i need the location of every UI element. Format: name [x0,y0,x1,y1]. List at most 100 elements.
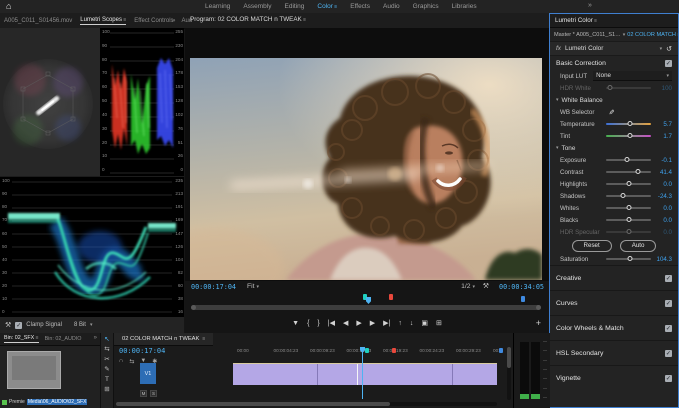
slider-track[interactable] [606,159,651,161]
slider-handle[interactable] [627,256,632,261]
tone-header[interactable]: ▾ Tone [550,142,678,154]
slider-handle[interactable] [626,229,631,234]
cyan-marker[interactable] [365,348,369,353]
slider-track[interactable] [606,219,651,221]
bit-depth-select[interactable]: 8 Bit [74,322,86,328]
clamp-signal-checkbox[interactable] [15,322,22,329]
blue-marker[interactable] [499,348,503,353]
slider-value[interactable]: 0.0 [651,205,672,212]
slider-track[interactable] [606,171,651,173]
master-clip-select[interactable]: Master * A005_C011_S1… [554,32,621,38]
section-checkbox[interactable] [665,300,672,307]
step-back-button[interactable]: ◀ [343,319,348,329]
program-playhead[interactable] [366,297,371,304]
input-lut-select[interactable]: None ▾ [593,71,672,81]
workspace-tab[interactable]: Audio [383,3,400,10]
mute-track-button[interactable]: M [140,390,147,397]
slider-handle[interactable] [620,193,625,198]
lumetri-color-tab[interactable]: Lumetri Color [550,14,678,28]
slider-handle[interactable] [607,85,612,90]
slider-value[interactable]: 0.0 [651,229,672,236]
reset-button[interactable]: Reset [572,240,612,252]
slider-value[interactable]: -0.1 [651,157,672,164]
workspace-tab[interactable]: Libraries [452,3,477,10]
slider-track[interactable] [606,87,651,89]
slider-value[interactable]: 104.3 [651,256,672,263]
add-marker-button[interactable]: ▼ [292,319,299,329]
linked-selection-icon[interactable]: ⇆ [129,358,134,365]
slider-track[interactable] [606,258,651,260]
slider-track[interactable] [606,123,651,125]
selected-edit-point[interactable] [357,364,358,385]
export-frame-button[interactable]: ▣ [421,319,428,329]
go-to-in-button[interactable]: |◀ [328,319,335,329]
timeline-playhead[interactable] [362,347,363,399]
lift-button[interactable]: ↑ [398,319,402,329]
slider-track[interactable] [606,183,651,185]
effect-name[interactable]: Lumetri Color [565,45,603,52]
button-editor-plus-button[interactable]: + [536,318,541,328]
step-forward-button[interactable]: ▶ [370,319,375,329]
eyedropper-icon[interactable]: ✎ [607,109,615,115]
bin-tab[interactable]: Bin: 02_SFX [4,335,39,343]
workspace-tab[interactable]: Editing [285,3,305,10]
slider-value[interactable]: 0.0 [651,181,672,188]
slider-value[interactable]: 1.7 [651,133,672,140]
play-button[interactable]: ▶ [356,319,361,329]
workspace-tab[interactable]: Assembly [243,3,271,10]
section-checkbox[interactable] [665,325,672,332]
pen-tool[interactable]: ✎ [104,366,109,374]
slider-handle[interactable] [626,217,631,222]
snap-icon[interactable]: ∩ [119,358,123,365]
lumetri-section-row[interactable]: Color Wheels & Match [550,315,678,340]
panel-tab[interactable]: A005_C011_S01456.mov [4,18,72,24]
home-icon[interactable]: ⌂ [6,1,11,11]
red-marker[interactable] [392,348,396,353]
slider-handle[interactable] [628,133,633,138]
go-to-out-button[interactable]: ▶| [383,319,390,329]
scopes-settings-wrench-icon[interactable]: ⚒ [5,321,11,329]
audio-meters-panel[interactable] [513,333,550,408]
slider-handle[interactable] [626,181,631,186]
clip-thumbnail[interactable] [7,351,61,389]
panel-tab[interactable]: Effect Controls [134,18,173,24]
program-monitor-tab[interactable]: Program: 02 COLOR MATCH n TWEAK [190,16,306,23]
sequence-tab[interactable]: 02 COLOR MATCH n TWEAK [114,333,213,346]
workspace-tab[interactable]: Color [317,3,337,10]
hand-tool[interactable]: ⊞ [104,386,109,394]
red-marker[interactable] [389,294,393,300]
program-settings-wrench-icon[interactable]: ⚒ [483,282,489,290]
timeline-ruler[interactable]: 00:0000:00:04:2300:00:09:2300:00:14:2300… [237,347,507,357]
blue-marker[interactable] [521,296,525,302]
sequence-clip-label[interactable]: 02 COLOR MATCH n T… [627,32,678,38]
slider-track[interactable] [606,207,651,209]
program-current-timecode[interactable]: 00:00:17:04 [191,283,236,291]
selection-tool[interactable]: ↖ [104,336,109,344]
left-tabs-overflow-icon[interactable]: » [172,13,175,28]
workspace-tab[interactable]: Learning [205,3,230,10]
slider-value[interactable]: -24.3 [651,193,672,200]
slider-value[interactable]: 5.7 [651,121,672,128]
solo-track-button[interactable]: S [150,390,157,397]
playback-resolution-select[interactable]: 1/2 ▾ [461,283,475,290]
basic-correction-checkbox[interactable] [665,60,672,67]
mark-out-button[interactable]: } [317,319,319,329]
auto-button[interactable]: Auto [620,240,657,252]
slider-track[interactable] [606,231,651,233]
timeline-vertical-scrollbar[interactable] [507,347,511,400]
white-balance-header[interactable]: ▾ White Balance [550,94,678,106]
slider-value[interactable]: 41.4 [651,169,672,176]
basic-correction-header[interactable]: Basic Correction [550,56,678,70]
lumetri-section-row[interactable]: HSL Secondary [550,340,678,365]
selected-clip-name[interactable]: PremieMedia\06_AUDIO\02_SFX [2,399,98,405]
section-checkbox[interactable] [665,350,672,357]
slider-track[interactable] [606,195,651,197]
workspace-tab[interactable]: Effects [350,3,370,10]
workspace-overflow-icon[interactable]: » [588,2,592,9]
bin-tab[interactable]: Bin: 02_AUDIO [45,336,82,342]
razor-tool[interactable]: ✂ [104,356,109,364]
reset-effect-icon[interactable]: ↺ [666,45,672,53]
section-checkbox[interactable] [665,275,672,282]
slider-handle[interactable] [635,169,640,174]
lumetri-section-row[interactable]: Creative [550,265,678,290]
